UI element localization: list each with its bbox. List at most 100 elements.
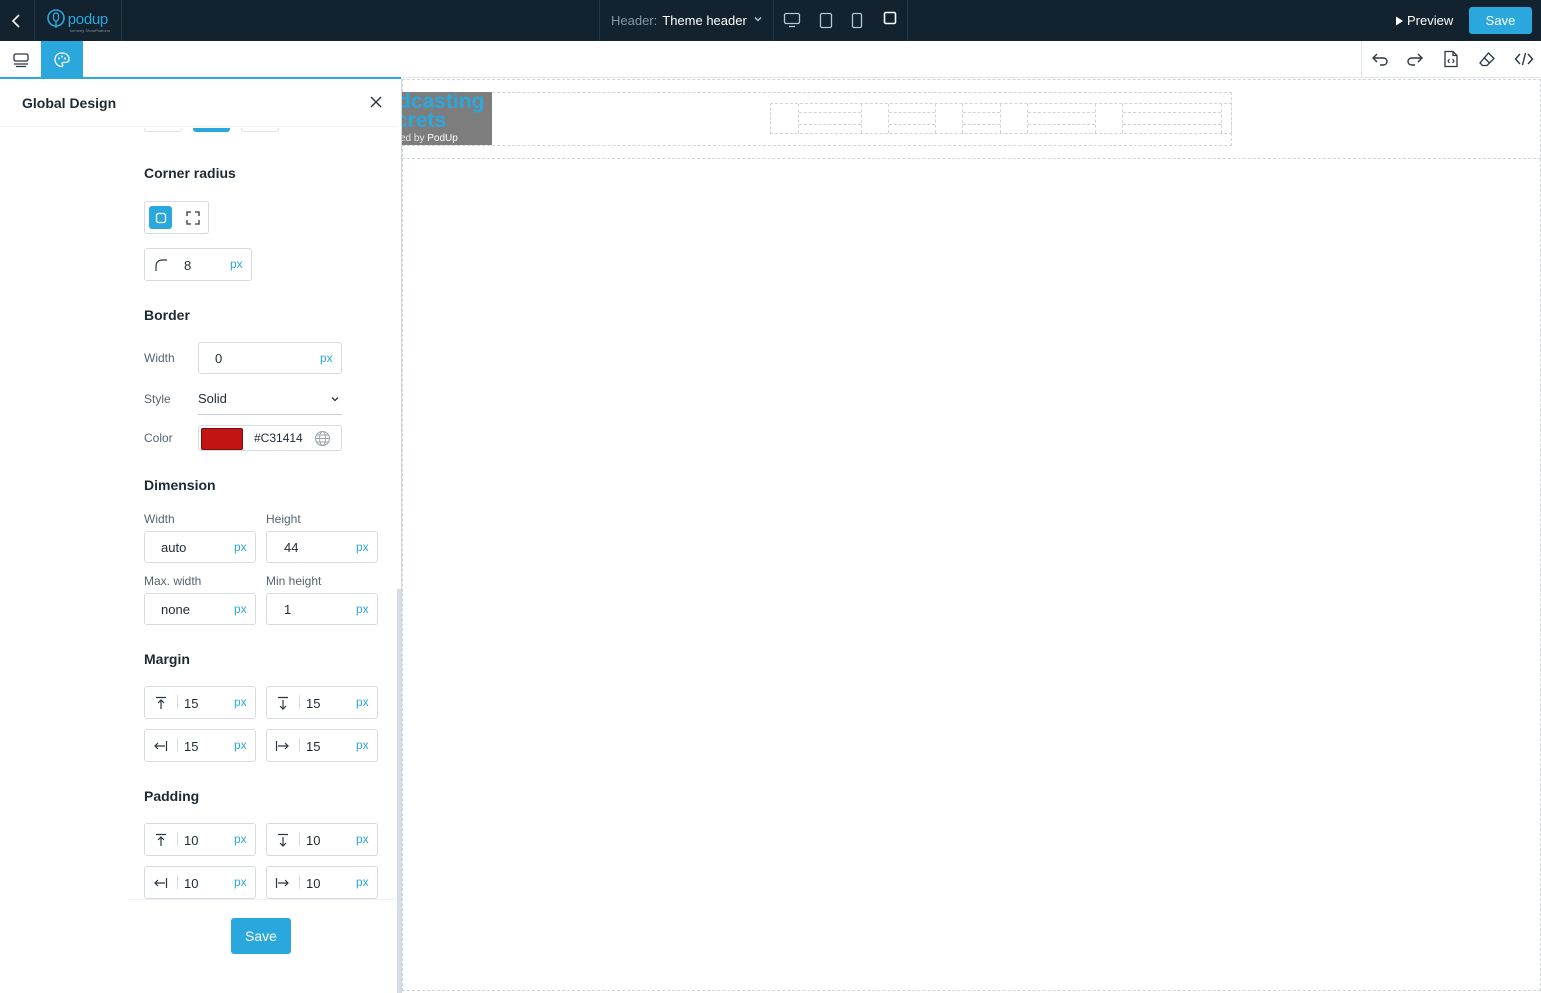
logo-subtext: formerly ShowPlatform [69, 28, 111, 33]
padding-top-unit: px [234, 832, 247, 846]
border-color-value: #C31414 [254, 431, 303, 445]
nav-menu-item[interactable] [1122, 104, 1222, 133]
border-color-label: Color [144, 431, 173, 445]
header-nav-menu[interactable] [770, 103, 1232, 134]
dimension-height-value: 44 [284, 540, 299, 555]
uniform-radius-button[interactable] [149, 206, 172, 229]
site-logo-image[interactable]: dcasting crets ed by PodUp [402, 92, 492, 145]
global-design-panel: Global Design Corner radius 8 px Border … [0, 79, 401, 993]
margin-right-input[interactable]: 15 px [266, 729, 378, 762]
padding-left-value: 10 [184, 876, 199, 891]
dimension-height-input[interactable]: 44 px [266, 531, 378, 563]
editor-actions [1361, 41, 1541, 78]
padding-left-unit: px [234, 875, 247, 889]
border-style-select[interactable]: Solid [198, 385, 342, 415]
desktop-icon[interactable] [783, 12, 801, 28]
code-icon[interactable] [1514, 52, 1534, 66]
padding-bottom-unit: px [356, 832, 369, 846]
nav-menu-item[interactable] [888, 104, 936, 133]
border-style-label: Style [144, 392, 171, 406]
max-width-label: Max. width [144, 574, 202, 588]
podup-logo[interactable]: podup formerly ShowPlatform [35, 0, 122, 41]
podup-mic-icon [46, 9, 65, 28]
margin-left-unit: px [234, 738, 247, 752]
chevron-down-icon [754, 17, 762, 22]
mobile-icon[interactable] [851, 12, 863, 29]
editor-canvas[interactable]: dcasting crets ed by PodUp [401, 79, 1541, 993]
preview-button[interactable]: Preview [1395, 13, 1453, 28]
arrow-left-icon [154, 741, 168, 751]
logo-text: podup [67, 10, 109, 28]
corner-radius-mode-toggle [144, 201, 209, 234]
back-button[interactable] [0, 0, 35, 41]
margin-left-input[interactable]: 15 px [144, 729, 256, 762]
dimension-width-label: Width [144, 512, 175, 526]
globe-icon[interactable] [314, 430, 331, 447]
header-selector[interactable]: Header: Theme header [599, 0, 774, 41]
editor-toolbar [0, 41, 1541, 78]
dimension-width-unit: px [234, 540, 247, 554]
corner-radius-unit: px [230, 257, 243, 271]
option-tile-1[interactable] [144, 128, 182, 132]
min-height-value: 1 [284, 602, 292, 617]
arrow-up-icon [156, 833, 166, 846]
border-width-input[interactable]: 0 px [198, 342, 342, 374]
padding-right-value: 10 [306, 876, 321, 891]
layers-icon [12, 52, 29, 67]
border-color-swatch[interactable] [201, 428, 243, 450]
arrow-right-icon [275, 878, 289, 888]
tablet-icon[interactable] [819, 12, 833, 29]
nav-menu-item[interactable] [962, 104, 1001, 133]
max-width-input[interactable]: none px [144, 593, 256, 625]
padding-bottom-input[interactable]: 10 px [266, 823, 378, 856]
margin-left-value: 15 [184, 739, 199, 754]
page-body-outline [402, 79, 1541, 991]
border-color-input[interactable]: #C31414 [198, 425, 342, 451]
border-width-label: Width [144, 351, 175, 365]
play-icon [1396, 16, 1403, 25]
dimension-width-input[interactable]: auto px [144, 531, 256, 563]
panel-save-button[interactable]: Save [231, 918, 291, 954]
arrow-left-icon [154, 878, 168, 888]
logo-line-3: ed by PodUp [402, 133, 458, 144]
padding-left-input[interactable]: 10 px [144, 866, 256, 899]
square-rounded-icon [155, 212, 166, 223]
dimension-height-unit: px [356, 540, 369, 554]
padding-top-input[interactable]: 10 px [144, 823, 256, 856]
nav-menu-item[interactable] [798, 104, 862, 133]
eraser-icon[interactable] [1478, 51, 1496, 68]
margin-top-value: 15 [184, 696, 199, 711]
close-icon[interactable] [369, 95, 383, 109]
logo-line-3-brand: PodUp [427, 133, 458, 144]
dimension-width-value: auto [161, 540, 187, 555]
border-style-value: Solid [198, 391, 227, 406]
max-width-unit: px [234, 602, 247, 616]
margin-top-input[interactable]: 15 px [144, 686, 256, 719]
top-bar: podup formerly ShowPlatform Header: Them… [0, 0, 1541, 41]
padding-right-input[interactable]: 10 px [266, 866, 378, 899]
header-selector-value: Theme header [662, 13, 747, 28]
dimension-title: Dimension [144, 477, 216, 493]
logo-line-2: crets [402, 109, 447, 132]
undo-icon[interactable] [1371, 51, 1389, 67]
nav-menu-item[interactable] [1027, 104, 1096, 133]
redo-icon[interactable] [1406, 51, 1424, 67]
save-button[interactable]: Save [1469, 7, 1532, 34]
file-code-icon[interactable] [1443, 50, 1459, 68]
layers-button[interactable] [0, 41, 41, 78]
margin-title: Margin [144, 651, 190, 667]
arrow-down-icon [278, 696, 288, 710]
header-section[interactable]: dcasting crets ed by PodUp [402, 79, 1541, 159]
global-design-button[interactable] [41, 41, 83, 78]
max-width-value: none [161, 602, 190, 617]
header-selector-label: Header: [611, 13, 658, 28]
custom-size-icon[interactable] [883, 11, 897, 25]
corner-radius-input[interactable]: 8 px [144, 248, 252, 281]
margin-bottom-input[interactable]: 15 px [266, 686, 378, 719]
corner-radius-title: Corner radius [144, 165, 236, 181]
option-tile-3[interactable] [241, 128, 279, 132]
individual-corners-icon[interactable] [183, 208, 203, 228]
min-height-input[interactable]: 1 px [266, 593, 378, 625]
min-height-label: Min height [266, 574, 322, 588]
option-tile-2[interactable] [193, 128, 230, 132]
